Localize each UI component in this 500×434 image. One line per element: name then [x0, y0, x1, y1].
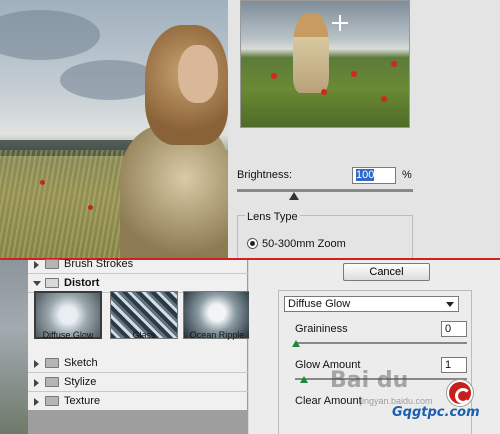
tree-item-stylize[interactable]: Stylize — [28, 373, 248, 392]
graininess-label: Graininess — [295, 323, 348, 335]
poppy — [40, 180, 45, 185]
brightness-unit: % — [402, 169, 412, 181]
folder-icon — [45, 358, 59, 368]
lens-radio-button[interactable] — [247, 238, 258, 249]
lens-type-title: Lens Type — [245, 211, 300, 223]
clear-amount-label: Clear Amount — [295, 395, 362, 407]
cancel-button[interactable]: Cancel — [343, 263, 430, 281]
glow-amount-slider-thumb[interactable] — [300, 376, 308, 383]
tree-item-label: Distort — [64, 277, 100, 289]
poppy — [391, 61, 397, 67]
chevron-down-icon — [446, 302, 454, 307]
watermark-site: Gqgtpc.com — [392, 405, 480, 420]
brightness-slider-thumb[interactable] — [289, 192, 299, 200]
lens-option-label[interactable]: 50-300mm Zoom — [262, 238, 346, 250]
lens-flare-preview[interactable] — [240, 0, 410, 128]
filter-select-value: Diffuse Glow — [288, 298, 351, 310]
brightness-slider-track[interactable] — [237, 189, 413, 192]
tree-item-sketch[interactable]: Sketch — [28, 354, 248, 373]
poppy — [351, 71, 357, 77]
empty-list-area — [28, 410, 248, 434]
collapse-arrow-icon[interactable] — [33, 281, 41, 286]
graininess-input[interactable]: 0 — [441, 321, 467, 337]
face — [178, 45, 218, 103]
expand-arrow-icon[interactable] — [34, 379, 39, 387]
cloud — [0, 10, 100, 60]
graininess-slider-track[interactable] — [295, 342, 467, 344]
poppy — [321, 89, 327, 95]
preview-figure — [293, 13, 329, 93]
tree-item-label: Brush Strokes — [64, 258, 134, 270]
filter-select[interactable]: Diffuse Glow — [284, 296, 459, 312]
poppy — [88, 205, 93, 210]
open-folder-icon — [45, 278, 59, 288]
poppy — [381, 96, 387, 102]
filter-thumb-label: Ocean Ripple — [189, 330, 245, 340]
folder-icon — [45, 259, 59, 269]
graininess-slider-thumb[interactable] — [292, 340, 300, 347]
canvas-edge — [0, 260, 28, 434]
expand-arrow-icon[interactable] — [34, 398, 39, 406]
watermark-text: Bai du — [330, 368, 409, 393]
tree-item-label: Sketch — [64, 357, 98, 369]
expand-arrow-icon[interactable] — [34, 261, 39, 269]
tree-item-label: Texture — [64, 395, 101, 407]
brightness-input[interactable]: 100 — [352, 167, 396, 184]
site-logo-icon — [447, 380, 473, 406]
folder-icon — [45, 396, 59, 406]
brightness-label: Brightness: — [237, 169, 293, 181]
tree-item-brush-strokes[interactable]: Brush Strokes — [28, 255, 248, 274]
folder-icon — [45, 377, 59, 387]
brightness-value: 100 — [356, 169, 375, 181]
tree-item-texture[interactable]: Texture — [28, 392, 248, 411]
expand-arrow-icon[interactable] — [34, 360, 39, 368]
flare-center-crosshair-icon[interactable] — [332, 15, 348, 31]
tree-item-label: Stylize — [64, 376, 97, 388]
canvas-photo — [0, 0, 228, 258]
glow-amount-input[interactable]: 1 — [441, 357, 467, 373]
filter-category-tree: Brush Strokes Distort Sketch Stylize Tex… — [28, 258, 248, 434]
filter-thumb-label: Glass — [132, 330, 156, 340]
poppy — [271, 73, 277, 79]
filter-thumb-label: Diffuse Glow — [42, 330, 94, 340]
